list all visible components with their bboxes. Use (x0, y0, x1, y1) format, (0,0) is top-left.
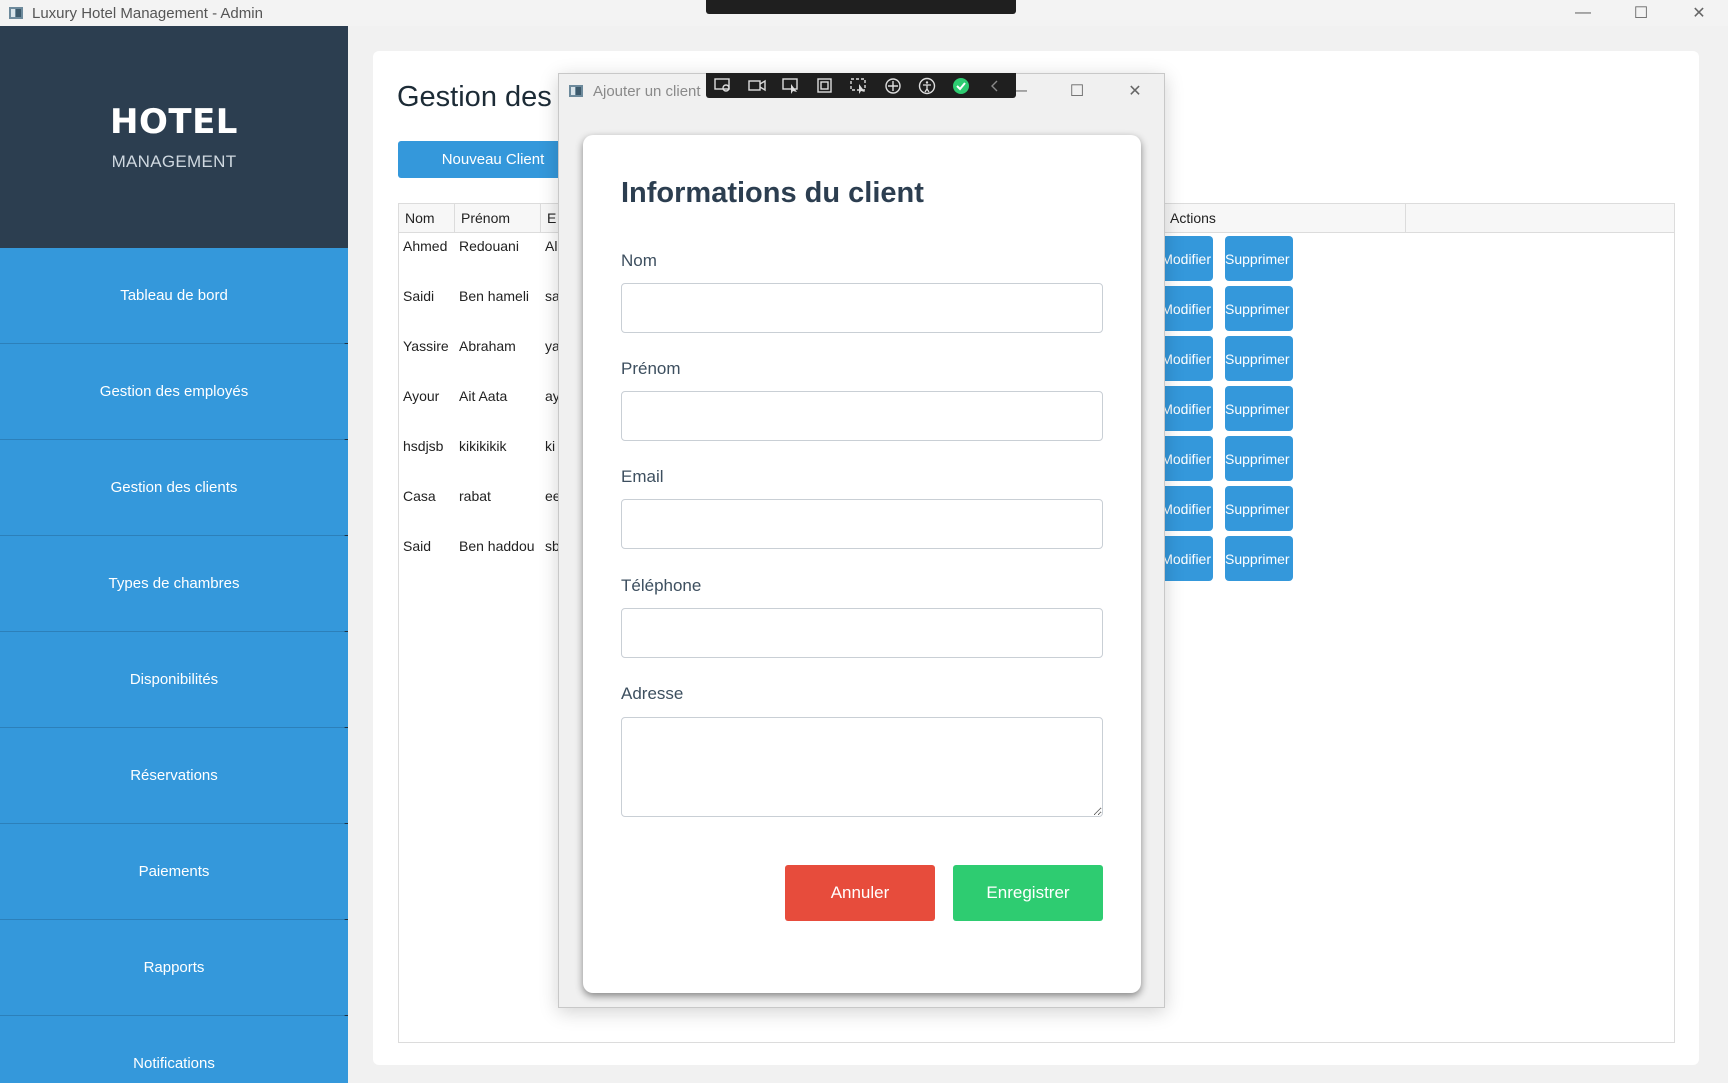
edit-button[interactable]: Modifier (1157, 336, 1213, 381)
cell-prenom: Abraham (459, 338, 516, 354)
cell-nom: Casa (403, 488, 436, 504)
edit-button[interactable]: Modifier (1157, 536, 1213, 581)
sidebar-item-dashboard[interactable]: Tableau de bord (0, 248, 348, 346)
fullscreen-capture-icon[interactable] (814, 77, 836, 95)
cell-prenom: Ben haddou (459, 538, 535, 554)
capture-toolbar (706, 73, 1016, 98)
sidebar-item-payments[interactable]: Paiements (0, 824, 348, 922)
sidebar-item-label: Réservations (130, 767, 218, 784)
brand-subtitle: MANAGEMENT (111, 152, 237, 171)
edit-button[interactable]: Modifier (1157, 436, 1213, 481)
cell-nom: Saidi (403, 288, 435, 304)
sidebar-item-availability[interactable]: Disponibilités (0, 632, 348, 730)
cell-prenom: Redouani (459, 238, 519, 254)
prenom-field[interactable] (621, 391, 1103, 441)
check-icon[interactable] (950, 77, 972, 95)
maximize-button[interactable]: ☐ (1612, 0, 1670, 26)
accessibility-icon[interactable] (916, 77, 938, 95)
adresse-label: Adresse (621, 684, 684, 703)
delete-button[interactable]: Supprimer (1225, 436, 1293, 481)
dialog-app-icon (568, 83, 584, 99)
sidebar-item-reservations[interactable]: Réservations (0, 728, 348, 826)
cell-prenom: Ben hameli (459, 288, 530, 304)
close-button[interactable]: ✕ (1670, 0, 1728, 26)
email-label: Email (621, 467, 664, 486)
sidebar-item-label: Disponibilités (129, 671, 219, 688)
nom-label: Nom (621, 251, 657, 270)
edit-button[interactable]: Modifier (1157, 386, 1213, 431)
sidebar-item-room-types[interactable]: Types de chambres (0, 536, 348, 634)
cell-prenom: Ait Aata (459, 388, 508, 404)
minimize-button[interactable]: — (1554, 0, 1612, 26)
cell-nom: hsdjsb (403, 438, 444, 454)
telephone-field[interactable] (621, 608, 1103, 658)
sidebar-item-label: Paiements (138, 863, 210, 880)
redact-icon[interactable] (882, 77, 904, 95)
cell-nom: Ahmed (403, 238, 448, 254)
collapse-chevron-icon[interactable] (984, 77, 1006, 95)
nom-field[interactable] (621, 283, 1103, 333)
sidebar-item-label: Notifications (133, 1055, 215, 1072)
maximize-icon: ☐ (1069, 83, 1085, 100)
prenom-label: Prénom (621, 359, 681, 378)
adresse-field[interactable] (621, 717, 1103, 817)
cell-nom: Ayour (403, 388, 440, 404)
sidebar-item-label: Rapports (143, 959, 205, 976)
save-button[interactable]: Enregistrer (953, 865, 1103, 921)
sidebar-item-label: Types de chambres (108, 575, 240, 592)
delete-button[interactable]: Supprimer (1225, 536, 1293, 581)
window-capture-icon[interactable] (848, 77, 870, 95)
column-header-actions[interactable]: Actions (1163, 204, 1406, 233)
sidebar-item-clients[interactable]: Gestion des clients (0, 440, 348, 538)
dialog-close-button[interactable]: ✕ (1106, 74, 1164, 108)
add-client-dialog: Ajouter un client — ☐ ✕ Informations du … (558, 73, 1165, 1008)
settings-screen-icon[interactable] (712, 77, 734, 95)
client-form-card: Informations du client Nom Prénom Email … (583, 135, 1141, 993)
column-header-prenom[interactable]: Prénom (455, 204, 541, 233)
capture-toolbar-top (706, 0, 1016, 14)
cell-prenom: kikikikik (459, 438, 507, 454)
page-title: Gestion des (397, 81, 552, 113)
brand: HOTEL MANAGEMENT (0, 26, 348, 248)
telephone-label: Téléphone (621, 576, 702, 595)
sidebar-item-label: Gestion des employés (99, 383, 249, 400)
sidebar-item-label: Tableau de bord (120, 287, 228, 304)
cell-prenom: rabat (459, 488, 491, 504)
sidebar-item-label: Gestion des clients (110, 479, 238, 496)
column-header-nom[interactable]: Nom (399, 204, 455, 233)
dialog-title: Ajouter un client (593, 82, 701, 100)
dialog-maximize-button[interactable]: ☐ (1048, 74, 1106, 108)
delete-button[interactable]: Supprimer (1225, 386, 1293, 431)
video-camera-icon[interactable] (746, 77, 768, 95)
edit-button[interactable]: Modifier (1157, 486, 1213, 531)
delete-button[interactable]: Supprimer (1225, 336, 1293, 381)
delete-button[interactable]: Supprimer (1225, 236, 1293, 281)
email-field[interactable] (621, 499, 1103, 549)
edit-button[interactable]: Modifier (1157, 236, 1213, 281)
sidebar: HOTEL MANAGEMENT Tableau de bord Gestion… (0, 26, 348, 1083)
edit-button[interactable]: Modifier (1157, 286, 1213, 331)
sidebar-item-reports[interactable]: Rapports (0, 920, 348, 1018)
select-region-icon[interactable] (780, 77, 802, 95)
window-title: Luxury Hotel Management - Admin (32, 4, 263, 22)
cell-nom: Yassire (403, 338, 449, 354)
delete-button[interactable]: Supprimer (1225, 286, 1293, 331)
sidebar-item-employees[interactable]: Gestion des employés (0, 344, 348, 442)
sidebar-item-notifications[interactable]: Notifications (0, 1016, 348, 1083)
brand-title: HOTEL (110, 102, 238, 142)
cancel-button[interactable]: Annuler (785, 865, 935, 921)
maximize-icon: ☐ (1633, 5, 1649, 22)
close-icon: ✕ (1128, 83, 1142, 100)
cell-nom: Said (403, 538, 432, 554)
form-heading: Informations du client (621, 177, 924, 209)
close-icon: ✕ (1692, 5, 1706, 22)
delete-button[interactable]: Supprimer (1225, 486, 1293, 531)
app-icon (8, 5, 24, 21)
minimize-icon: — (1575, 4, 1591, 21)
